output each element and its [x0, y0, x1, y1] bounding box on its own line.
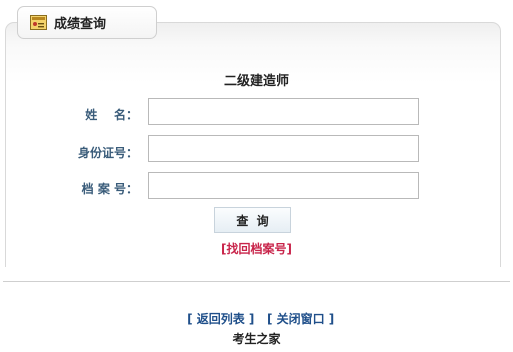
bottom-links: [ 返回列表 ] [ 关闭窗口 ]	[0, 296, 513, 327]
tab-title: 成绩查询	[54, 17, 107, 32]
archive-number-label: 档 案 号：	[81, 182, 138, 196]
grade-certificate-icon	[30, 15, 47, 30]
name-label: 姓 名：	[85, 108, 138, 122]
archive-number-field[interactable]	[148, 172, 419, 199]
footer-site-name: 考生之家	[232, 332, 281, 346]
id-number-label: 身份证号：	[77, 146, 138, 160]
retrieve-archive-number-link[interactable]: [找回档案号]	[0, 240, 513, 257]
back-to-list-link[interactable]: [ 返回列表 ]	[187, 312, 254, 326]
close-window-link[interactable]: [ 关闭窗口 ]	[267, 312, 334, 326]
id-number-field[interactable]	[148, 135, 419, 162]
page-title: 二级建造师	[223, 74, 289, 89]
divider	[3, 281, 510, 282]
tab-grade-query[interactable]: 成绩查询	[17, 6, 157, 39]
query-button[interactable]: 查 询	[214, 207, 291, 233]
name-field[interactable]	[148, 98, 419, 125]
